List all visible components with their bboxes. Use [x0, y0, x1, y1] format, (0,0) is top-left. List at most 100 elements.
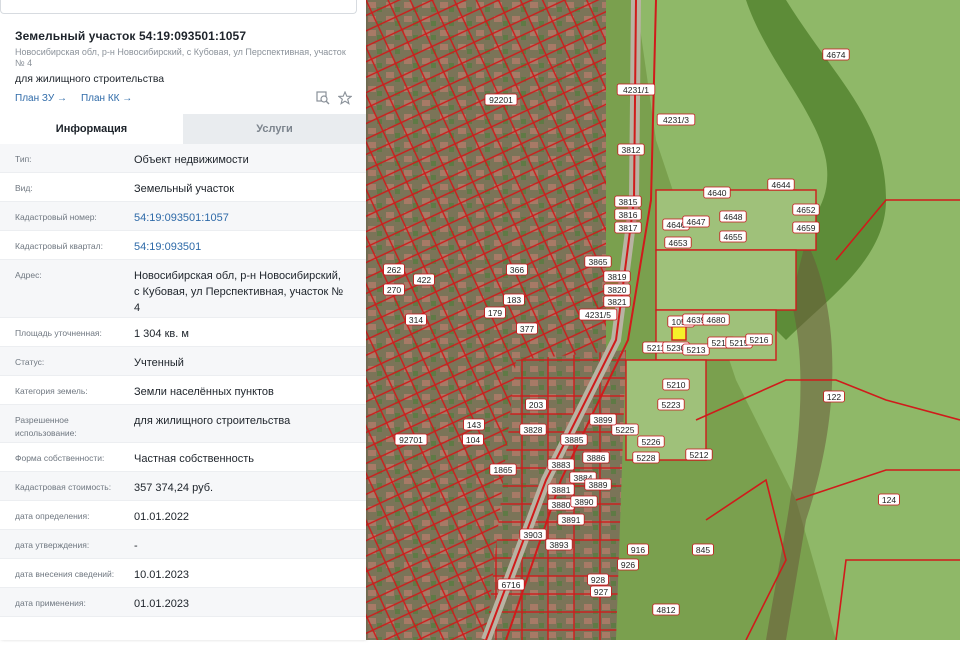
info-row-label: Категория земель:: [15, 386, 88, 396]
svg-text:422: 422: [417, 275, 431, 285]
parcel-label[interactable]: 5223: [657, 398, 685, 411]
svg-text:3899: 3899: [594, 415, 613, 425]
parcel-label[interactable]: 4644: [767, 178, 795, 191]
info-row-value: Частная собственность: [134, 453, 255, 465]
parcel-label[interactable]: 104: [462, 433, 484, 446]
parcel-label[interactable]: 3880: [547, 498, 575, 511]
svg-text:4644: 4644: [772, 180, 791, 190]
parcel-label[interactable]: 366: [506, 263, 528, 276]
parcel-label[interactable]: 4652: [792, 203, 820, 216]
parcel-label[interactable]: 183: [503, 293, 525, 306]
info-row-label: Разрешенное использование:: [15, 415, 77, 438]
parcel-label[interactable]: 124: [878, 493, 900, 506]
parcel-label[interactable]: 203: [525, 398, 547, 411]
info-row-value: 10.01.2023: [134, 569, 190, 581]
parcel-label[interactable]: 3885: [560, 433, 588, 446]
parcel-label[interactable]: 4231/3: [656, 113, 696, 126]
svg-text:1865: 1865: [494, 465, 513, 475]
info-row-link[interactable]: 54:19:093501:1057: [134, 210, 349, 226]
parcel-label[interactable]: 3899: [589, 413, 617, 426]
plan-kk-link[interactable]: План КК →: [81, 93, 132, 104]
svg-text:6716: 6716: [502, 580, 521, 590]
parcel-label[interactable]: 3903: [519, 528, 547, 541]
parcel-label[interactable]: 3881: [547, 483, 575, 496]
parcel-label[interactable]: 3812: [617, 143, 645, 156]
search-plan-icon[interactable]: [316, 91, 330, 108]
parcel-label[interactable]: 4812: [652, 603, 680, 616]
svg-text:3889: 3889: [589, 480, 608, 490]
tab-information[interactable]: Информация: [0, 114, 183, 144]
plan-zu-link[interactable]: План ЗУ →: [15, 93, 67, 104]
parcel-label[interactable]: 3828: [519, 423, 547, 436]
parcel-label[interactable]: 377: [516, 322, 538, 335]
svg-text:124: 124: [882, 495, 896, 505]
parcel-label[interactable]: 928: [587, 573, 609, 586]
parcel-label[interactable]: 3891: [557, 513, 585, 526]
info-row: дата определения: 01.01.2022: [0, 501, 366, 530]
parcel-label[interactable]: 5225: [611, 423, 639, 436]
info-row-value: 01.01.2022: [134, 511, 190, 523]
parcel-label[interactable]: 422: [413, 273, 435, 286]
info-row-label: Площадь уточненная:: [15, 328, 102, 338]
info-row-label: Вид:: [15, 183, 33, 193]
parcel-label[interactable]: 314: [405, 313, 427, 326]
parcel-label[interactable]: 3890: [570, 495, 598, 508]
svg-text:3886: 3886: [587, 453, 606, 463]
parcel-label[interactable]: 3815: [614, 195, 642, 208]
parcel-label[interactable]: 4680: [702, 313, 730, 326]
info-row-label: Статус:: [15, 357, 45, 367]
tab-services[interactable]: Услуги: [183, 114, 366, 144]
parcel-label[interactable]: 4640: [703, 186, 731, 199]
parcel-label[interactable]: 3865: [584, 255, 612, 268]
parcel-label[interactable]: 5226: [637, 435, 665, 448]
parcel-label[interactable]: 3821: [603, 295, 631, 308]
svg-text:3815: 3815: [619, 197, 638, 207]
parcel-label[interactable]: 926: [617, 558, 639, 571]
parcel-label[interactable]: 4655: [719, 230, 747, 243]
parcel-label[interactable]: 4647: [682, 215, 710, 228]
parcel-label[interactable]: 5228: [632, 451, 660, 464]
parcel-label[interactable]: 3889: [584, 478, 612, 491]
cadastral-map[interactable]: 4674 4231/1 4231/3 3812 92201 3815 3816 3817 381…: [366, 0, 960, 642]
parcel-label[interactable]: 92201: [484, 93, 518, 106]
info-row-value: 357 374,24 руб.: [134, 482, 214, 494]
parcel-label[interactable]: 6716: [497, 578, 525, 591]
info-row-link[interactable]: 54:19:093501: [134, 239, 349, 255]
parcel-label[interactable]: 4653: [664, 236, 692, 249]
parcel-label[interactable]: 122: [823, 390, 845, 403]
parcel-label[interactable]: 3819: [603, 270, 631, 283]
parcel-label[interactable]: 5212: [685, 448, 713, 461]
svg-text:3819: 3819: [608, 272, 627, 282]
svg-text:4640: 4640: [708, 188, 727, 198]
parcel-label[interactable]: 270: [383, 283, 405, 296]
parcel-label[interactable]: 4231/1: [616, 83, 656, 96]
parcel-label[interactable]: 143: [463, 418, 485, 431]
svg-text:916: 916: [631, 545, 645, 555]
parcel-label[interactable]: 3817: [614, 221, 642, 234]
parcel-label[interactable]: 3893: [545, 538, 573, 551]
svg-text:845: 845: [696, 545, 710, 555]
search-box[interactable]: [0, 0, 357, 14]
parcel-label[interactable]: 916: [627, 543, 649, 556]
svg-text:262: 262: [387, 265, 401, 275]
parcel-label[interactable]: 5216: [745, 333, 773, 346]
parcel-label[interactable]: 262: [383, 263, 405, 276]
parcel-label[interactable]: 4659: [792, 221, 820, 234]
parcel-label[interactable]: 927: [590, 585, 612, 598]
plan-links: План ЗУ → План КК →: [15, 93, 132, 104]
parcel-label[interactable]: 4231/5: [578, 308, 618, 321]
star-icon[interactable]: [337, 90, 353, 108]
parcel-label[interactable]: 92701: [394, 433, 428, 446]
parcel-label[interactable]: 5213: [682, 343, 710, 356]
parcel-label[interactable]: 1865: [489, 463, 517, 476]
parcel-label[interactable]: 3886: [582, 451, 610, 464]
parcel-label[interactable]: 4648: [719, 210, 747, 223]
parcel-label[interactable]: 845: [692, 543, 714, 556]
parcel-label[interactable]: 179: [484, 306, 506, 319]
parcel-label[interactable]: 3816: [614, 208, 642, 221]
parcel-label[interactable]: 4674: [822, 48, 850, 61]
parcel-label[interactable]: 3820: [603, 283, 631, 296]
parcel-label[interactable]: 5210: [662, 378, 690, 391]
parcel-label[interactable]: 3883: [547, 458, 575, 471]
svg-text:5213: 5213: [687, 345, 706, 355]
